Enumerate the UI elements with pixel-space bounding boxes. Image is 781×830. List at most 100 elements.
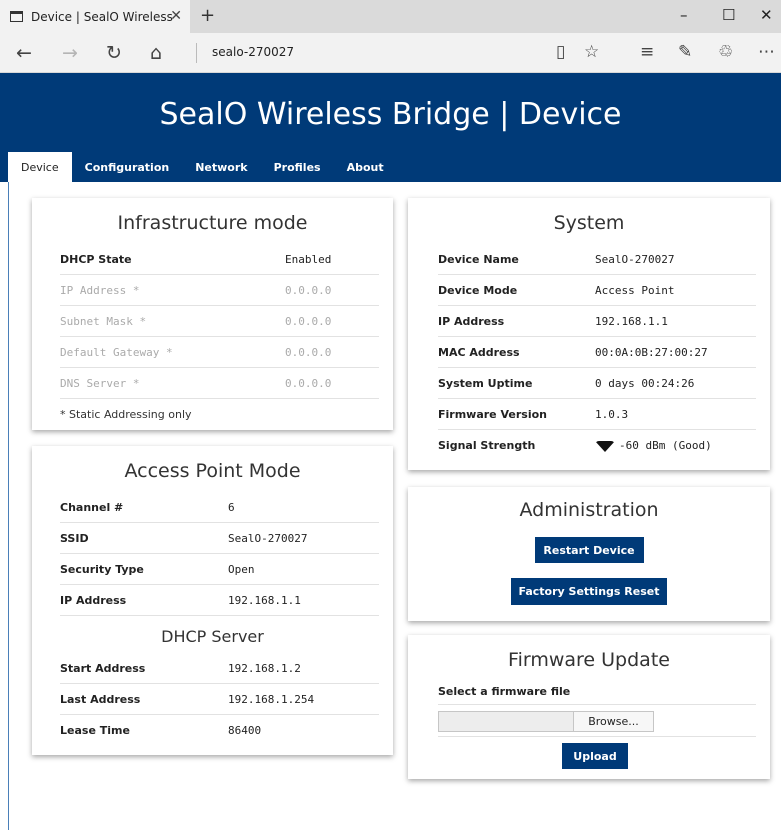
row-value: 192.168.1.1 [595,314,668,328]
dhcp-server-table: Start Address 192.168.1.2 Last Address 1… [46,653,379,746]
favorite-star-icon[interactable]: ☆ [584,42,599,62]
tab-network[interactable]: Network [182,152,260,182]
browser-tab[interactable]: Device | SealO Wireless ✕ [0,0,190,33]
row-label: Last Address [60,692,141,706]
table-row: Device Name SealO-270027 [438,244,756,275]
row-value: 0.0.0.0 [285,345,332,359]
row-value: 192.168.1.254 [228,692,315,706]
infrastructure-card: Infrastructure mode DHCP State Enabled I… [32,198,393,430]
restart-device-button[interactable]: Restart Device [534,537,644,563]
row-label: DHCP State [60,252,132,266]
table-row: IP Address 192.168.1.1 [60,585,379,616]
more-icon[interactable]: ⋯ [758,42,775,62]
row-value: 0.0.0.0 [285,283,332,297]
table-row: Firmware Version 1.0.3 [438,399,756,430]
signal-strength-row: Signal Strength -60 dBm (Good) [438,430,756,461]
row-value: Open [228,562,255,576]
share-icon[interactable]: ♲ [718,42,733,62]
divider [438,736,756,737]
page-title: SealO Wireless Bridge | Device [159,97,622,132]
tab-about[interactable]: About [334,152,397,182]
file-path-field[interactable] [439,712,573,731]
maximize-icon[interactable]: ☐ [722,6,735,24]
table-row: SSID SealO-270027 [60,523,379,554]
tab-configuration[interactable]: Configuration [72,152,183,182]
row-label: Subnet Mask * [60,314,147,328]
firmware-update-title: Firmware Update [508,649,670,671]
factory-reset-button[interactable]: Factory Settings Reset [511,578,667,605]
administration-title: Administration [519,499,659,521]
row-label: IP Address * [60,283,140,297]
tab-profiles[interactable]: Profiles [261,152,334,182]
browser-titlebar: Device | SealO Wireless ✕ + – ☐ ✕ [0,0,781,33]
row-value: 1.0.3 [595,407,629,421]
url-separator [196,43,197,63]
row-label: Device Name [438,252,519,266]
row-value: 0.0.0.0 [285,376,332,390]
static-note: * Static Addressing only [60,399,379,430]
home-icon[interactable]: ⌂ [150,42,162,64]
infrastructure-title: Infrastructure mode [117,212,308,234]
close-window-icon[interactable]: ✕ [760,6,773,24]
row-value: Access Point [595,283,675,297]
row-label: Signal Strength [438,439,536,452]
refresh-icon[interactable]: ↻ [106,42,122,64]
row-value: 00:0A:0B:27:00:27 [595,345,708,359]
table-row: Default Gateway * 0.0.0.0 [60,337,379,368]
row-value: SealO-270027 [228,531,308,545]
row-label: IP Address [60,593,127,607]
row-label: MAC Address [438,345,520,359]
row-label: DNS Server * [60,376,140,390]
minimize-icon[interactable]: – [680,6,688,24]
row-label: Default Gateway * [60,345,173,359]
table-row: Lease Time 86400 [60,715,379,746]
row-label: Security Type [60,562,144,576]
dhcp-server-title: DHCP Server [161,627,264,646]
access-point-title: Access Point Mode [124,460,301,482]
select-firmware-label: Select a firmware file [438,685,756,705]
row-label: IP Address [438,314,505,328]
back-icon[interactable]: ← [16,42,32,64]
web-note-icon[interactable]: ✎ [678,42,692,62]
table-row: DNS Server * 0.0.0.0 [60,368,379,399]
page-banner: SealO Wireless Bridge | Device Device Co… [0,73,781,182]
firmware-update-card: Firmware Update Select a firmware file B… [408,635,770,779]
close-tab-icon[interactable]: ✕ [170,8,182,24]
firmware-file-input[interactable]: Browse... [438,711,654,732]
page-icon [10,11,23,22]
system-table: Device Name SealO-270027 Device Mode Acc… [422,244,756,461]
administration-card: Administration Restart Device Factory Se… [408,487,770,621]
reading-view-icon[interactable]: ▯ [556,42,565,62]
system-card: System Device Name SealO-270027 Device M… [408,198,770,470]
browse-button[interactable]: Browse... [573,712,653,731]
forward-icon[interactable]: → [62,42,78,64]
row-label: Channel # [60,500,124,514]
row-label: Lease Time [60,724,130,737]
row-value: -60 dBm (Good) [595,439,712,452]
row-label: System Uptime [438,376,533,390]
access-point-card: Access Point Mode Channel # 6 SSID SealO… [32,446,393,755]
nav-tabs: Device Configuration Network Profiles Ab… [8,152,397,182]
table-row: Last Address 192.168.1.254 [60,684,379,715]
wifi-signal-icon [595,440,615,452]
row-value: 192.168.1.1 [228,593,301,607]
table-row: Subnet Mask * 0.0.0.0 [60,306,379,337]
system-title: System [553,212,625,234]
row-value: 192.168.1.2 [228,661,301,675]
infrastructure-table: DHCP State Enabled IP Address * 0.0.0.0 … [46,244,379,430]
address-bar: ← → ↻ ⌂ sealo-270027 ▯ ☆ ≡ ✎ ♲ ⋯ [0,33,781,73]
tab-device[interactable]: Device [8,152,72,182]
table-row: Start Address 192.168.1.2 [60,653,379,684]
hub-icon[interactable]: ≡ [640,42,654,62]
new-tab-icon[interactable]: + [200,5,215,26]
table-row: MAC Address 00:0A:0B:27:00:27 [438,337,756,368]
upload-button[interactable]: Upload [562,743,628,769]
row-value: 86400 [228,724,262,737]
row-label: SSID [60,531,89,545]
static-note-text: * Static Addressing only [60,408,192,421]
row-label: Device Mode [438,283,518,297]
table-row: Channel # 6 [60,492,379,523]
signal-value: -60 dBm (Good) [619,439,712,452]
url-field[interactable]: sealo-270027 [212,45,294,59]
table-row: System Uptime 0 days 00:24:26 [438,368,756,399]
